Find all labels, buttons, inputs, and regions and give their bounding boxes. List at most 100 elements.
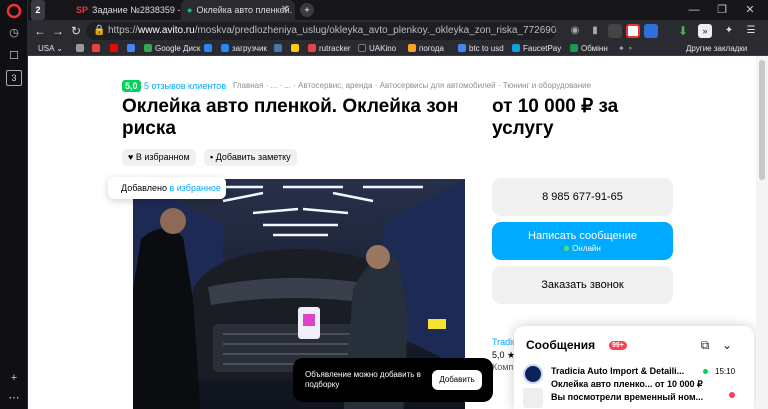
new-tab-button[interactable]: +	[300, 3, 314, 17]
seller-rating: 5,0 ★	[492, 350, 516, 360]
avito-favicon-icon: ●	[187, 5, 193, 15]
price: от 10 000 ₽ за услугу	[492, 96, 619, 139]
puzzle-icon[interactable]: ✦	[722, 24, 736, 38]
bookmark-downloader[interactable]: загрузчик	[221, 42, 267, 56]
bookmark-icon-1[interactable]	[76, 42, 87, 56]
other-bookmarks[interactable]: Другие закладки	[686, 42, 747, 56]
bookmark-google-drive[interactable]: Google Диск	[144, 42, 200, 56]
url-scheme: https://	[108, 25, 139, 36]
uakino-icon	[358, 44, 366, 52]
url-input[interactable]: 🔒 https://www.avito.ru/moskva/predlozheni…	[86, 22, 556, 40]
drive-icon	[144, 44, 152, 52]
add-to-collection-button[interactable]: Добавить	[432, 370, 482, 390]
bookmark-favicon-icon	[204, 44, 212, 52]
tab-bar: 2 SP Задание №2838359 - про ● Оклейка авто…	[28, 0, 768, 20]
gmail-icon	[127, 44, 135, 52]
bookmark-youtube[interactable]	[110, 42, 121, 56]
breadcrumb[interactable]: Главная · ... · ... · Автосервис, аренда…	[233, 81, 591, 90]
bookmark-favicon-icon	[221, 44, 229, 52]
seller-type: Комп	[492, 362, 514, 372]
bookmark-overflow-icon[interactable]: ✦ ⚬	[618, 42, 634, 56]
bookmark-favicon-icon	[291, 44, 299, 52]
youtube-icon	[110, 44, 118, 52]
extension-arrow-icon[interactable]: »	[698, 24, 712, 38]
extension-1-icon[interactable]	[608, 24, 622, 38]
request-call-button[interactable]: Заказать звонок	[492, 266, 673, 304]
reload-icon[interactable]: ↻	[68, 23, 84, 39]
sp-favicon-icon: SP	[76, 5, 89, 15]
chat-subject[interactable]: Оклейка авто пленко... от 10 000 ₽	[551, 379, 703, 390]
favorites-link[interactable]: в избранное	[169, 183, 220, 193]
bookmarks-sidebar-icon[interactable]: ☐	[6, 48, 22, 64]
chat-seller-name[interactable]: Tradicia Auto Import & Detaili...	[551, 366, 684, 376]
toast-text: Добавлено	[121, 183, 170, 193]
online-status: Онлайн	[492, 244, 673, 253]
bookmark-vk[interactable]	[274, 42, 285, 56]
page-scrollbar[interactable]	[756, 56, 768, 409]
banner-text: Объявление можно добавить в подборку	[305, 370, 421, 389]
messages-popup: Сообщения 99+ ⧉ ⌄ Tradicia Auto Import &…	[514, 326, 754, 409]
messages-title: Сообщения	[526, 338, 596, 352]
add-sidebar-icon[interactable]: +	[6, 370, 22, 386]
google-icon	[458, 44, 466, 52]
camera-icon[interactable]: ◉	[568, 24, 582, 38]
tab-counter[interactable]: 2	[28, 0, 48, 20]
favorite-button[interactable]: ♥ В избранном	[122, 149, 196, 166]
collapse-chevron-icon[interactable]: ⌄	[720, 338, 734, 352]
bookmark-page-icon[interactable]: ▮	[588, 24, 602, 38]
bookmark-usa[interactable]: USA ⌄	[38, 42, 63, 56]
chevron-down-icon: ⌄	[56, 44, 63, 53]
url-path: /moskva/predlozheniya_uslug/okleyka_avto…	[194, 25, 556, 36]
history-icon[interactable]: ◷	[6, 25, 22, 41]
address-toolbar: ← → ↻ 🔒 https://www.avito.ru/moskva/predl…	[28, 20, 768, 42]
collection-banner: Объявление можно добавить в подборку Доб…	[293, 358, 493, 402]
url-host: www.avito.ru	[138, 25, 195, 36]
online-dot-icon	[564, 246, 570, 251]
bookmark-icon-2[interactable]	[92, 42, 103, 56]
forward-icon[interactable]: →	[50, 23, 66, 39]
lock-icon: 🔒	[93, 25, 106, 36]
extension-3-icon[interactable]	[644, 24, 658, 38]
chat-preview[interactable]: Вы посмотрели временный ном...	[551, 392, 703, 402]
more-icon[interactable]: ⋯	[6, 390, 22, 406]
open-external-icon[interactable]: ⧉	[698, 338, 712, 352]
bookmark-icon-9[interactable]	[291, 42, 302, 56]
bookmark-rutracker[interactable]: rutracker	[308, 42, 351, 56]
heart-icon: ♥	[128, 152, 136, 162]
rating-badge: 5,0	[122, 80, 141, 92]
vk-icon	[274, 44, 282, 52]
close-window-button[interactable]: ✕	[736, 0, 764, 20]
back-icon[interactable]: ←	[32, 23, 48, 39]
opera-logo-icon[interactable]	[6, 3, 22, 19]
bookmarks-bar: USA ⌄ Google Диск загрузчик rutracker UA…	[28, 42, 768, 56]
bookmark-icon-6[interactable]	[204, 42, 215, 56]
bookmark-exchange[interactable]: Обмінн	[570, 42, 608, 56]
maximize-button[interactable]: ❐	[708, 0, 736, 20]
rutracker-icon	[308, 44, 316, 52]
messages-count-badge: 99+	[609, 341, 627, 350]
write-message-label: Написать сообщение	[528, 230, 637, 242]
add-note-button[interactable]: ▪ Добавить заметку	[204, 149, 297, 166]
download-icon[interactable]: ⬇	[676, 24, 690, 38]
bookmark-weather[interactable]: погода	[408, 42, 444, 56]
bookmark-btc[interactable]: btc to usd	[458, 42, 504, 56]
exchange-icon	[570, 44, 578, 52]
bookmark-favicon-icon	[76, 44, 84, 52]
chat-time: 15:10	[715, 367, 736, 376]
tab-avito-active[interactable]: ● Оклейка авто пленкой. О ✕	[181, 0, 295, 20]
write-message-button[interactable]: Написать сообщение Онлайн	[492, 222, 673, 260]
reviews-link[interactable]: 5 отзывов клиентов	[144, 81, 226, 91]
seller-avatar	[523, 364, 543, 384]
bookmark-uakino[interactable]: UAKino	[358, 42, 396, 56]
bookmark-gmail[interactable]	[127, 42, 138, 56]
scrollbar-thumb[interactable]	[759, 60, 765, 180]
close-tab-icon[interactable]: ✕	[281, 0, 289, 20]
extension-flag-icon[interactable]	[626, 24, 640, 38]
workspace-badge[interactable]: 3	[6, 70, 22, 86]
bookmark-faucetpay[interactable]: FaucetPay	[512, 42, 561, 56]
favorite-label: В избранном	[135, 152, 190, 162]
easy-setup-icon[interactable]: ☰	[744, 24, 758, 38]
faucetpay-icon	[512, 44, 520, 52]
phone-button[interactable]: 8 985 677-91-65	[492, 178, 673, 216]
minimize-button[interactable]: —	[680, 0, 708, 20]
